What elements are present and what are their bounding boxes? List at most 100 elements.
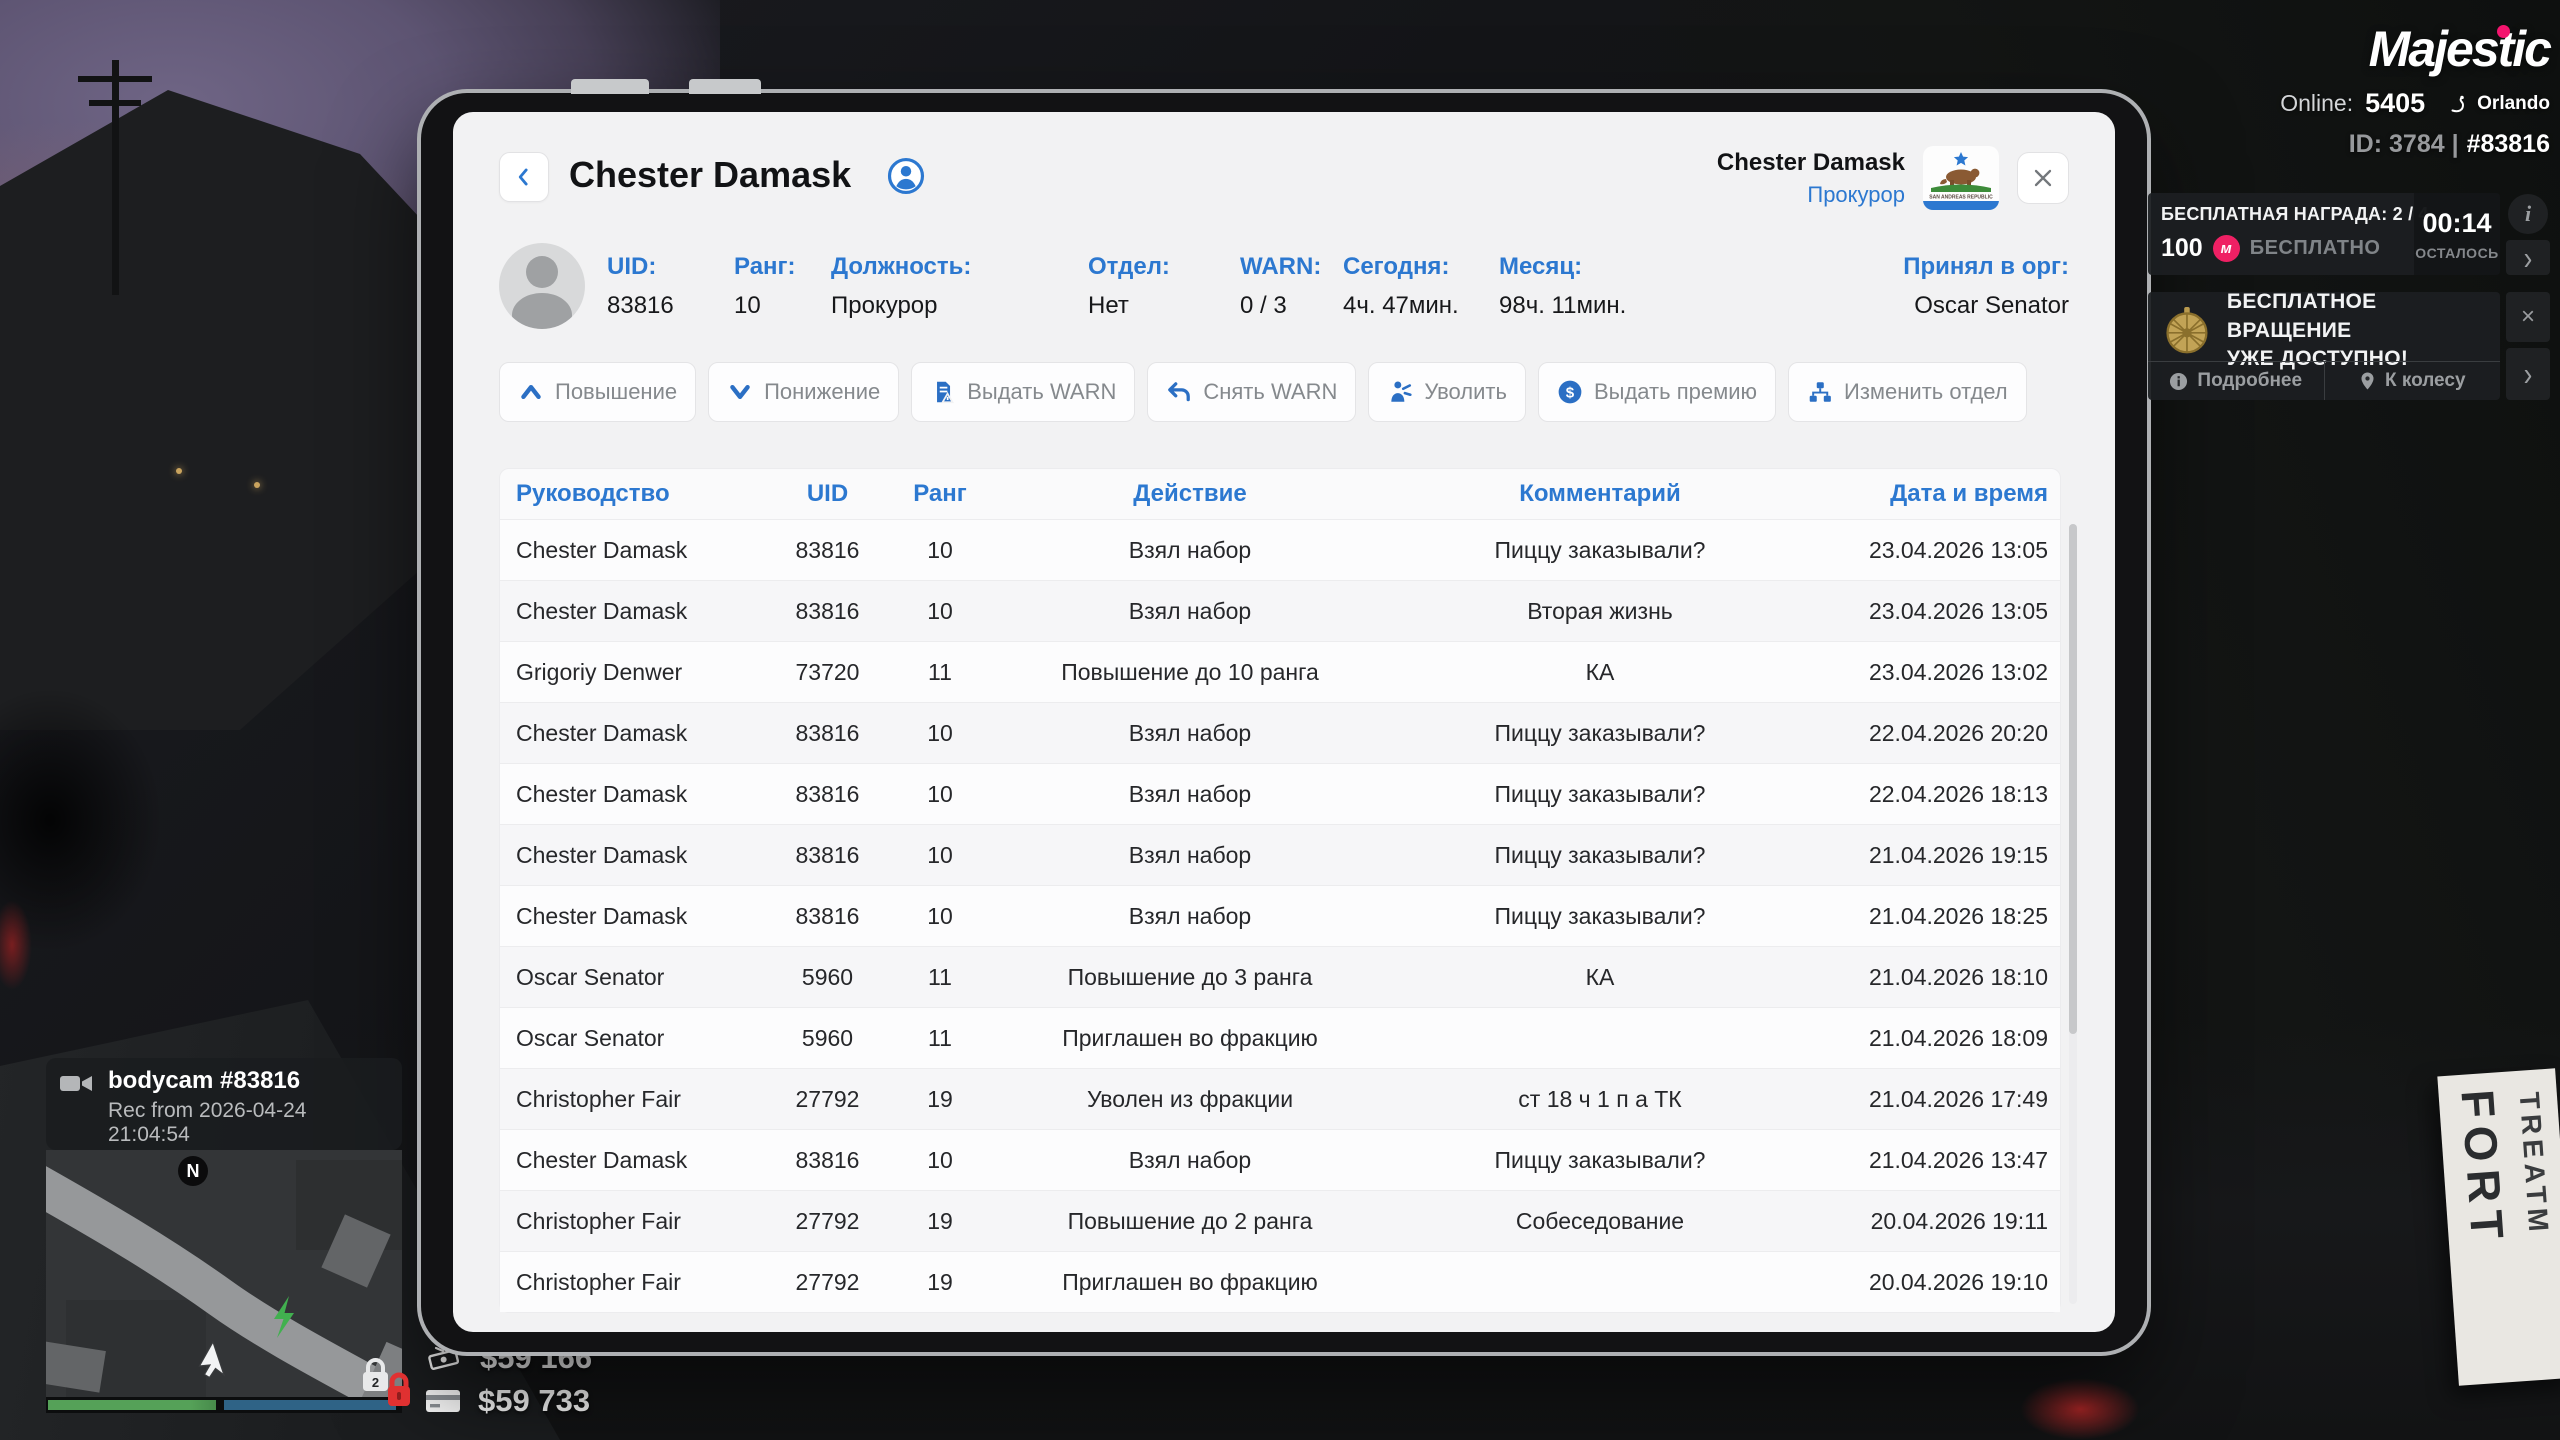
remove-warn-button[interactable]: Снять WARN [1147,362,1356,422]
free-label: БЕСПЛАТНО [2250,237,2381,260]
cell-datetime: 20.04.2026 19:11 [1800,1208,2062,1235]
action-buttons-row: Повышение Понижение Выдать WARN Снять WARNУ… [499,362,2069,422]
info-value: 4ч. 47мин. [1343,292,1499,320]
chevron-up-icon [518,379,544,405]
fire-button[interactable]: Уволить [1368,362,1526,422]
dollar-coin-icon: $ [1557,379,1583,405]
column-header: Комментарий [1400,480,1800,508]
column-header: Действие [980,480,1400,508]
spin-close-button[interactable]: × [2506,292,2550,342]
info-field: WARN:0 / 3 [1240,253,1343,320]
cell-rank: 11 [900,964,980,991]
timer-value: 00:14 [2422,208,2491,239]
tablet-volume-button [689,79,761,94]
info-field: Должность:Прокурор [831,253,1088,320]
viewer-name: Chester Damask [1717,149,1905,177]
panel-header: Chester Damask Chester Damask Прокурор [499,146,2069,210]
health-bar [48,1400,216,1410]
chevron-down-icon [727,379,753,405]
action-label: Повышение [555,379,677,405]
cell-comment: Собеседование [1400,1208,1800,1235]
cell-comment: Пиццу заказывали? [1400,842,1800,869]
info-label: Сегодня: [1343,253,1499,281]
table-row: Chester Damask8381610Взял наборПиццу зак… [500,520,2060,581]
cell-uid: 27792 [755,1208,900,1235]
chevron-right-icon: › [2524,357,2533,391]
cell-action: Взял набор [980,720,1400,747]
cell-rank: 10 [900,1147,980,1174]
table-row: Christopher Fair2779219Уволен из фракции… [500,1069,2060,1130]
table-row: Chester Damask8381610Взял наборПиццу зак… [500,703,2060,764]
close-button[interactable] [2017,152,2069,204]
cell-action: Приглашен во фракцию [980,1025,1400,1052]
cell-leader: Chester Damask [500,1147,755,1174]
tail-light-glow [2020,1378,2140,1440]
info-field: Принял в орг:Oscar Senator [1903,253,2069,320]
cell-comment: Пиццу заказывали? [1400,781,1800,808]
table-row: Chester Damask8381610Взял наборПиццу зак… [500,825,2060,886]
game-screen: FORT TREATM $59 166 $59 733 Chester Dama… [0,0,2560,1440]
faction-flag: SAN ANDREAS REPUBLIC [1923,146,1999,210]
details-button[interactable]: Подробнее [2148,362,2324,400]
server-badge: Orlando [2445,92,2550,116]
majestic-logo: Majestic [2369,20,2550,78]
to-wheel-button[interactable]: К колесу [2324,362,2501,400]
table-scrollbar-thumb[interactable] [2069,524,2077,1034]
server-status: Online: 5405 Orlando [2280,88,2550,119]
spin-next-button[interactable]: › [2506,348,2550,400]
cell-uid: 83816 [755,537,900,564]
svg-text:$: $ [1566,384,1575,401]
back-button[interactable] [499,152,549,202]
cell-rank: 11 [900,1025,980,1052]
reward-info-button[interactable]: i [2508,194,2548,234]
undo-arrow-icon [1166,379,1192,405]
server-name: Orlando [2477,93,2550,115]
cell-leader: Christopher Fair [500,1208,755,1235]
map-lock-badge: 2 [372,1375,379,1390]
bodycam-text: bodycam #83816 Rec from 2026-04-24 21:04… [108,1067,389,1141]
cell-datetime: 23.04.2026 13:05 [1800,598,2062,625]
column-header: Ранг [900,480,980,508]
cell-leader: Christopher Fair [500,1269,755,1296]
viewer-identity: Chester Damask Прокурор [1717,146,2069,210]
cell-comment: Пиццу заказывали? [1400,537,1800,564]
reward-amount: 100 [2161,234,2203,263]
status-bars [46,1397,402,1413]
info-field: Ранг:10 [734,253,831,320]
column-header: UID [755,480,900,508]
cell-action: Взял набор [980,781,1400,808]
cell-action: Взял набор [980,598,1400,625]
info-value: 83816 [607,292,734,320]
cell-datetime: 21.04.2026 18:09 [1800,1025,2062,1052]
cell-datetime: 21.04.2026 17:49 [1800,1086,2062,1113]
cell-datetime: 22.04.2026 18:13 [1800,781,2062,808]
give-bonus-button[interactable]: $Выдать премию [1538,362,1776,422]
swan-icon [2445,92,2469,116]
tablet-device: Chester Damask Chester Damask Прокурор [421,93,2147,1352]
cell-datetime: 21.04.2026 18:10 [1800,964,2062,991]
cell-leader: Chester Damask [500,598,755,625]
give-warn-button[interactable]: Выдать WARN [911,362,1135,422]
promote-button[interactable]: Повышение [499,362,696,422]
table-row: Oscar Senator596011Повышение до 3 рангаК… [500,947,2060,1008]
action-label: Изменить отдел [1844,379,2008,405]
cell-datetime: 23.04.2026 13:05 [1800,537,2062,564]
cell-uid: 83816 [755,720,900,747]
reward-next-button[interactable]: › [2506,240,2550,275]
cell-leader: Chester Damask [500,781,755,808]
cell-rank: 19 [900,1269,980,1296]
cell-action: Взял набор [980,537,1400,564]
cell-comment: Пиццу заказывали? [1400,720,1800,747]
cell-uid: 83816 [755,903,900,930]
info-field: UID:83816 [607,253,734,320]
minimap: 2 [46,1150,402,1397]
demote-button[interactable]: Понижение [708,362,899,422]
cell-rank: 10 [900,903,980,930]
compass-north: N [178,1156,208,1186]
cell-comment: Вторая жизнь [1400,598,1800,625]
action-label: Выдать WARN [967,379,1116,405]
online-label: Online: [2280,90,2353,117]
cell-action: Повышение до 10 ранга [980,659,1400,686]
majestic-coin-icon: м [2213,235,2240,262]
change-department-button[interactable]: Изменить отдел [1788,362,2027,422]
